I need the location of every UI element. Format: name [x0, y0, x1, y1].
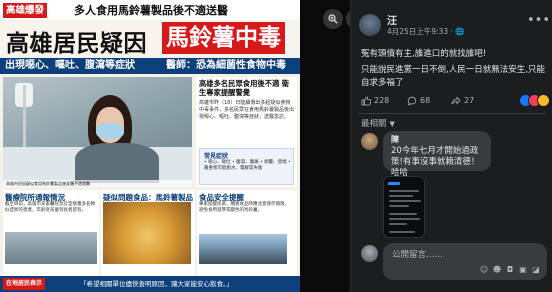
like-count-button[interactable]: 228 [361, 95, 399, 107]
comment-input[interactable]: 公開留言…… ☺ ☻ ◘ ▣ ◪ [383, 243, 547, 280]
food-safety-box: 食品安全提醒 專家提醒民眾，購買食品時應注意保存期限，避免食用發芽或變色的馬鈴薯… [197, 190, 297, 284]
info-body: 高雄市昨（18）日陸續傳出多起疑似食物中毒事件，多名民眾在食用馬鈴薯製品後出現噁… [199, 100, 295, 120]
post-line-1: 冤有頭債有主,誰進口的就找誰吧! [361, 49, 487, 59]
post-line-2: 只能說民進黨一日不倒,人民一日就無法安生,只能自求多福了 [361, 65, 545, 88]
poster-headline: 高雄居民疑因 馬鈴薯中毒 [0, 21, 300, 57]
hospital-report-box: 醫療院所通報情況 截至目前，高雄市多家醫院急診室接獲多名類似症狀的患者，年齡從孩… [3, 190, 99, 284]
comment-sort-dropdown[interactable]: 最相關 ▼ [361, 117, 395, 129]
poster-tag: 高雄爆發 [3, 3, 48, 18]
haha-reaction-icon [537, 94, 550, 107]
sticker-icon[interactable]: ◪ [531, 265, 541, 275]
post-panel: 汪 4月25日上午9:33 · 🌐 ••• 冤有頭債有主,誰進口的就找誰吧! 只… [350, 0, 552, 292]
commenter-avatar[interactable] [361, 133, 378, 150]
gif-icon[interactable]: ▣ [518, 265, 528, 275]
poster-headline-a: 高雄居民疑因 [6, 31, 147, 57]
like-count: 228 [374, 96, 390, 105]
avatar-sticker-icon[interactable]: ☺ [479, 265, 489, 275]
current-user-avatar [361, 245, 378, 262]
reaction-summary[interactable] [519, 94, 550, 108]
suspect-food-box: 疑似問題食品：馬鈴薯製品 [101, 190, 195, 284]
poster-subhead: 多人食用馬鈴薯製品後不適送醫 [74, 4, 228, 17]
share-count-button[interactable]: 27 [451, 95, 489, 107]
comment-count-button[interactable]: 68 [407, 95, 445, 107]
poster-bottom-row: 醫療院所通報情況 截至目前，高雄市多家醫院急診室接獲多名類似症狀的患者，年齡從孩… [3, 190, 297, 284]
author-avatar[interactable] [359, 14, 381, 36]
footer-tag: 在地居民表示 [3, 278, 46, 290]
comment-input-placeholder: 公開留言…… [392, 250, 444, 260]
city-skyline-photo [199, 234, 287, 264]
chevron-down-icon: ▼ [389, 120, 395, 128]
commenter-name[interactable]: 陳 [391, 134, 399, 145]
box1-body: 截至目前，高雄市多家醫院急診室接獲多名類似症狀的患者，年齡從孩童到長者皆有。 [5, 202, 95, 213]
comment-count: 68 [420, 96, 431, 105]
share-count: 27 [464, 96, 475, 105]
photo-viewer: 高雄爆發 多人食用馬鈴薯製品後不適送醫 高雄居民疑因 馬鈴薯中毒 出現噁心、嘔吐… [0, 0, 552, 292]
post-body: 冤有頭債有主,誰進口的就找誰吧! 只能說民進黨一日不倒,人民一日就無法安生,只能… [361, 48, 547, 93]
info-title: 高雄多名民眾食用後不適 衛生專家提醒警覺 [199, 79, 290, 97]
comment-attachment-image[interactable] [383, 176, 425, 238]
zoom-in-icon [328, 14, 338, 24]
box3-body: 專家提醒民眾，購買食品時應注意保存期限，避免食用發芽或變色的馬鈴薯。 [199, 202, 289, 213]
symptoms-box: 常見症狀 • 噁心、嘔吐 • 腹瀉、腹痛 • 頭暈、發燒 • 嚴重者可能脫水、電… [199, 148, 294, 185]
comment-icon [407, 96, 417, 106]
ward-photo [5, 232, 97, 264]
poster-top-bar: 高雄爆發 多人食用馬鈴薯製品後不適送醫 [0, 0, 300, 20]
like-icon [361, 96, 371, 106]
news-poster-image: 高雄爆發 多人食用馬鈴薯製品後不適送醫 高雄居民疑因 馬鈴薯中毒 出現噁心、嘔吐… [0, 0, 300, 292]
share-icon [451, 96, 461, 105]
poster-band-left: 出現噁心、嘔吐、腹瀉等症狀 [5, 60, 135, 71]
iv-line [23, 85, 26, 155]
poster-footer: 在地居民表示 「希望相關單位儘快查明原因，讓大家能安心飲食。」 [0, 276, 300, 292]
comment-bubble: 陳 20今年七月才開始過政策!有事沒事就賴清德！哈哈 [383, 131, 491, 178]
zoom-in-button[interactable] [323, 9, 343, 29]
post-timestamp[interactable]: 4月25日上午9:33 · 🌐 [387, 26, 465, 37]
emoji-icon[interactable]: ☻ [492, 265, 502, 275]
image-stage: 高雄爆發 多人食用馬鈴薯製品後不適送醫 高雄居民疑因 馬鈴薯中毒 出現噁心、嘔吐… [0, 0, 366, 292]
fries-photo [103, 202, 191, 264]
footer-quote: 「希望相關單位儘快查明原因，讓大家能安心飲食。」 [80, 280, 233, 288]
face-mask [96, 123, 124, 139]
symptoms-title: 常見症狀 [204, 153, 229, 160]
poster-band: 出現噁心、嘔吐、腹瀉等症狀 醫師：恐為細菌性食物中毒 [0, 58, 300, 74]
author-name[interactable]: 汪 [387, 12, 397, 27]
more-options-icon[interactable]: ••• [527, 14, 550, 27]
patient-photo [3, 77, 192, 187]
poster-band-right: 醫師：恐為細菌性食物中毒 [166, 60, 286, 71]
divider [359, 113, 545, 114]
symptoms-body: • 噁心、嘔吐 • 腹瀉、腹痛 • 頭暈、發燒 • 嚴重者可能脫水、電解質失衡 [204, 160, 291, 171]
sort-label-text: 最相關 [361, 119, 387, 129]
poster-headline-b: 馬鈴薯中毒 [162, 22, 285, 54]
comment-text: 20今年七月才開始過政策!有事沒事就賴清德！哈哈 [391, 146, 480, 178]
patient-body [75, 143, 159, 183]
camera-icon[interactable]: ◘ [505, 265, 515, 275]
photo-caption: 高雄市民因疑似食用馬鈴薯製品後身體不適就醫 [3, 180, 192, 187]
